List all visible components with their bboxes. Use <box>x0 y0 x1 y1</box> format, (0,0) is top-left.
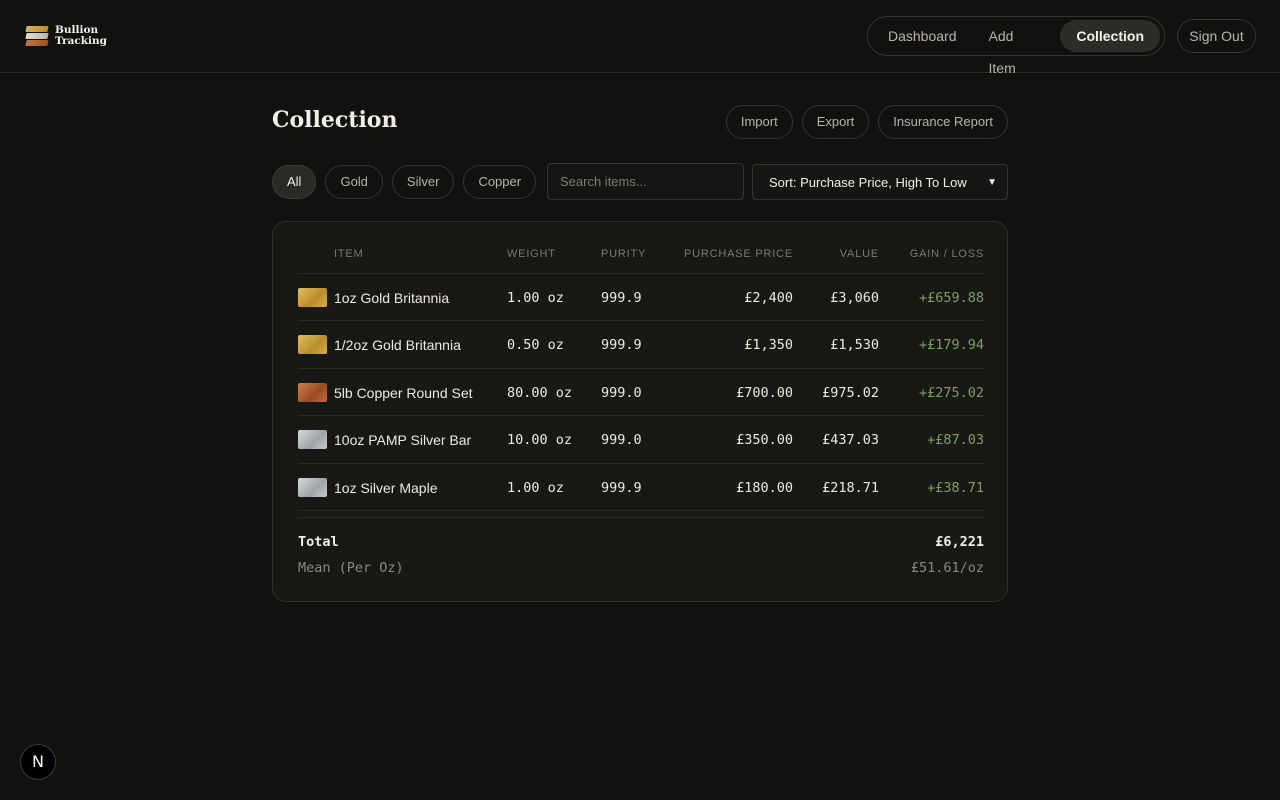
page-title: Collection <box>272 107 398 133</box>
metal-filter-chips: All Gold Silver Copper <box>272 165 537 199</box>
totals-section: Total £6,221 Mean (Per Oz) £51.61/oz <box>298 517 984 576</box>
table-header: ITEM WEIGHT PURITY PURCHASE PRICE VALUE … <box>298 222 984 274</box>
import-button[interactable]: Import <box>725 105 793 139</box>
item-value: £1,530 <box>830 337 879 354</box>
item-gain: +£38.71 <box>927 479 984 496</box>
item-purchase-price: £1,350 <box>744 337 793 354</box>
export-button[interactable]: Export <box>801 105 870 139</box>
item-purity: 999.9 <box>601 290 642 306</box>
item-name: 10oz PAMP Silver Bar <box>334 432 472 449</box>
item-value: £3,060 <box>830 290 879 306</box>
table-body: 1oz Gold Britannia 1.00 oz 999.9 £2,400 … <box>298 274 984 511</box>
total-label: Total <box>298 534 339 550</box>
collection-table: ITEM WEIGHT PURITY PURCHASE PRICE VALUE … <box>272 221 1008 602</box>
silver-swatch-icon <box>298 430 327 450</box>
nav-collection[interactable]: Collection <box>1060 20 1160 52</box>
item-value: £975.02 <box>822 384 879 401</box>
item-gain: +£179.94 <box>918 337 984 354</box>
header-value[interactable]: VALUE <box>840 248 879 260</box>
filter-gold[interactable]: Gold <box>325 165 383 199</box>
table-row[interactable]: 1oz Silver Maple 1.00 oz 999.9 £180.00 £… <box>298 464 984 511</box>
item-gain: +£659.88 <box>918 290 984 306</box>
item-purity: 999.0 <box>601 384 642 401</box>
main-nav: Dashboard Add Item Collection <box>867 16 1165 76</box>
item-gain: +£87.03 <box>927 432 984 449</box>
item-name: 5lb Copper Round Set <box>334 384 473 401</box>
item-purchase-price: £2,400 <box>744 290 793 306</box>
header-item[interactable]: ITEM <box>334 248 363 260</box>
item-purity: 999.9 <box>601 479 642 496</box>
gold-swatch-icon <box>298 288 327 307</box>
chevron-down-icon: ▼ <box>987 176 997 188</box>
item-value: £218.71 <box>822 479 879 496</box>
search-input[interactable] <box>547 163 744 200</box>
filter-copper[interactable]: Copper <box>463 165 537 199</box>
brand-logo-link[interactable]: Bullion Tracking <box>25 25 107 47</box>
table-row[interactable]: 10oz PAMP Silver Bar 10.00 oz 999.0 £350… <box>298 416 984 464</box>
gold-bars-icon <box>25 25 49 47</box>
total-value: £6,221 <box>935 534 984 550</box>
item-purchase-price: £180.00 <box>736 479 793 496</box>
sign-out-button[interactable]: Sign Out <box>1177 19 1256 53</box>
item-weight: 0.50 oz <box>507 337 564 354</box>
sort-select[interactable]: Sort: Purchase Price, High To Low ▼ <box>752 164 1008 200</box>
action-buttons: Import Export Insurance Report <box>725 105 1008 139</box>
item-weight: 80.00 oz <box>507 384 573 401</box>
item-purchase-price: £700.00 <box>736 384 793 401</box>
item-gain: +£275.02 <box>918 384 984 401</box>
filter-all[interactable]: All <box>272 165 317 199</box>
header-gain-loss[interactable]: GAIN / LOSS <box>910 248 984 260</box>
item-name: 1oz Silver Maple <box>334 479 438 496</box>
filter-silver[interactable]: Silver <box>391 165 455 199</box>
brand-name-line2: Tracking <box>55 35 108 47</box>
item-value: £437.03 <box>822 432 879 449</box>
table-row[interactable]: 1oz Gold Britannia 1.00 oz 999.9 £2,400 … <box>298 274 984 322</box>
header-weight[interactable]: WEIGHT <box>507 248 556 260</box>
copper-swatch-icon <box>298 382 327 402</box>
item-purity: 999.0 <box>601 432 642 449</box>
mean-value: £51.61/oz <box>910 560 984 576</box>
insurance-report-button[interactable]: Insurance Report <box>878 105 1008 139</box>
header-purity[interactable]: PURITY <box>601 248 646 260</box>
nav-dashboard[interactable]: Dashboard <box>872 20 973 52</box>
top-bar: Bullion Tracking Dashboard Add Item Coll… <box>0 0 1280 76</box>
table-row[interactable]: 1/2oz Gold Britannia 0.50 oz 999.9 £1,35… <box>298 321 984 369</box>
item-purchase-price: £350.00 <box>736 432 793 449</box>
item-name: 1oz Gold Britannia <box>334 290 450 306</box>
sort-select-value: Sort: Purchase Price, High To Low <box>769 174 967 190</box>
item-name: 1/2oz Gold Britannia <box>334 337 461 354</box>
table-row[interactable]: 5lb Copper Round Set 80.00 oz 999.0 £700… <box>298 369 984 417</box>
nav-add-item[interactable]: Add Item <box>973 20 1061 76</box>
item-weight: 1.00 oz <box>507 479 564 496</box>
brand-name: Bullion Tracking <box>55 25 107 47</box>
header-purchase-price[interactable]: PURCHASE PRICE <box>684 248 793 260</box>
mean-label: Mean (Per Oz) <box>298 560 404 576</box>
gold-swatch-icon <box>298 335 327 355</box>
silver-swatch-icon <box>298 477 327 497</box>
item-purity: 999.9 <box>601 337 642 354</box>
item-weight: 10.00 oz <box>507 432 573 449</box>
nextjs-dev-badge[interactable]: N <box>20 744 56 780</box>
item-weight: 1.00 oz <box>507 290 564 306</box>
